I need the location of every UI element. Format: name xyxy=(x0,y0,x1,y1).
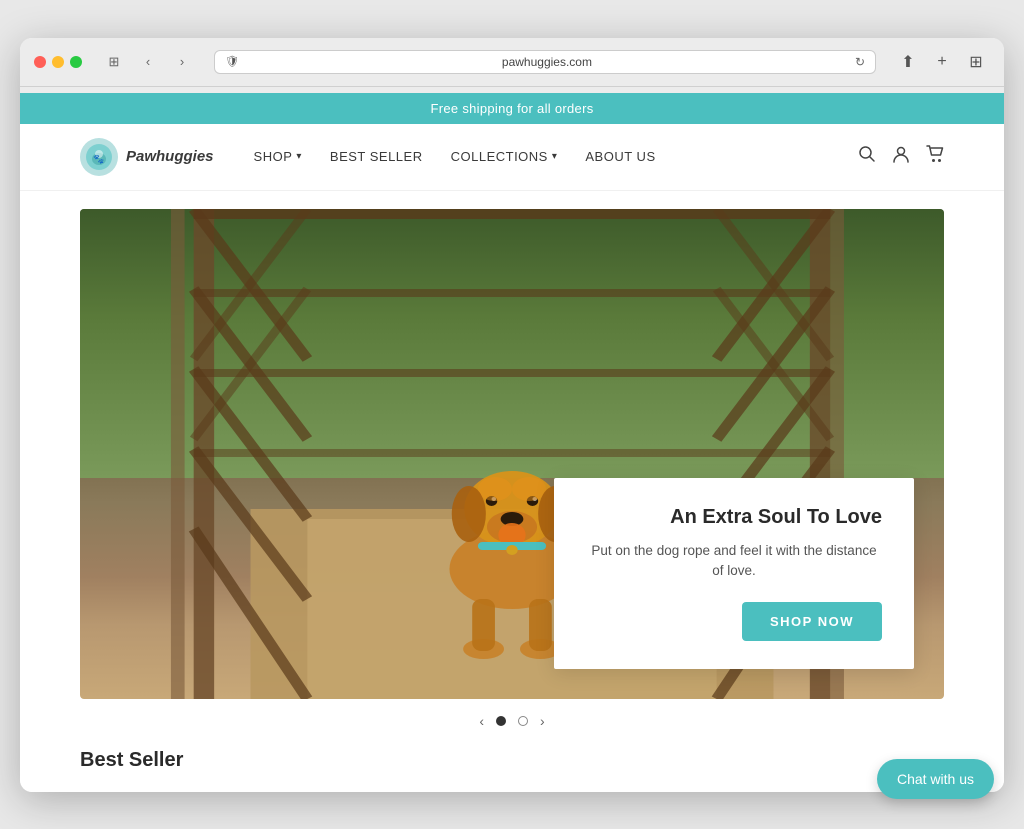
new-tab-button[interactable]: + xyxy=(928,48,956,76)
minimize-button[interactable] xyxy=(52,56,64,68)
nav-shop[interactable]: SHOP ▾ xyxy=(254,149,302,164)
announcement-text: Free shipping for all orders xyxy=(430,101,593,116)
collections-chevron-icon: ▾ xyxy=(552,151,558,162)
browser-actions: ⬆ + ⊞ xyxy=(894,48,990,76)
hero-image: An Extra Soul To Love Put on the dog rop… xyxy=(80,209,944,699)
hero-card-subtitle: Put on the dog rope and feel it with the… xyxy=(586,541,882,582)
logo-icon: 🐾 xyxy=(80,138,118,176)
maximize-button[interactable] xyxy=(70,56,82,68)
carousel-dot-2[interactable] xyxy=(518,716,528,726)
back-button[interactable]: ‹ xyxy=(134,51,162,73)
best-seller-section: Best Seller xyxy=(20,739,1004,792)
logo-link[interactable]: 🐾 Pawhuggies xyxy=(80,138,214,176)
browser-titlebar: ⊞ ‹ › 🛡 pawhuggies.com ↻ ⬆ + ⊞ xyxy=(34,48,990,76)
best-seller-title: Best Seller xyxy=(80,749,944,772)
browser-controls: ⊞ ‹ › xyxy=(100,51,196,73)
search-icon xyxy=(858,145,876,163)
shop-now-button[interactable]: SHOP NOW xyxy=(742,602,882,641)
cart-button[interactable] xyxy=(926,145,944,168)
cart-icon xyxy=(926,145,944,163)
security-icon: 🛡 xyxy=(225,55,239,68)
address-bar[interactable]: 🛡 pawhuggies.com ↻ xyxy=(214,50,876,74)
close-button[interactable] xyxy=(34,56,46,68)
grid-button[interactable]: ⊞ xyxy=(962,48,990,76)
traffic-lights xyxy=(34,56,82,68)
site-content: Free shipping for all orders 🐾 Pawhuggie… xyxy=(20,93,1004,792)
nav-best-seller[interactable]: BEST SELLER xyxy=(330,149,423,164)
logo-text: Pawhuggies xyxy=(126,148,214,165)
user-icon xyxy=(892,145,910,163)
sidebar-toggle-button[interactable]: ⊞ xyxy=(100,51,128,73)
hero-card: An Extra Soul To Love Put on the dog rop… xyxy=(554,478,914,669)
carousel-prev-button[interactable]: ‹ xyxy=(479,713,484,729)
carousel-dot-1[interactable] xyxy=(496,716,506,726)
forward-button[interactable]: › xyxy=(168,51,196,73)
account-button[interactable] xyxy=(892,145,910,168)
share-button[interactable]: ⬆ xyxy=(894,48,922,76)
url-text: pawhuggies.com xyxy=(247,55,847,69)
reload-button[interactable]: ↻ xyxy=(855,55,865,69)
chat-button[interactable]: Chat with us xyxy=(877,759,994,799)
nav-about-us[interactable]: ABOUT US xyxy=(585,149,655,164)
carousel-controls: ‹ › xyxy=(80,699,944,739)
main-nav: 🐾 Pawhuggies SHOP ▾ BEST SELLER COLLECTI… xyxy=(20,124,1004,191)
search-button[interactable] xyxy=(858,145,876,168)
nav-collections[interactable]: COLLECTIONS ▾ xyxy=(451,149,558,164)
svg-text:🐾: 🐾 xyxy=(93,154,104,164)
browser-chrome: ⊞ ‹ › 🛡 pawhuggies.com ↻ ⬆ + ⊞ xyxy=(20,38,1004,87)
hero-section: An Extra Soul To Love Put on the dog rop… xyxy=(80,209,944,739)
nav-icons xyxy=(858,145,944,168)
announcement-bar: Free shipping for all orders xyxy=(20,93,1004,124)
shop-chevron-icon: ▾ xyxy=(296,151,302,162)
hero-card-title: An Extra Soul To Love xyxy=(586,506,882,529)
carousel-next-button[interactable]: › xyxy=(540,713,545,729)
nav-links: SHOP ▾ BEST SELLER COLLECTIONS ▾ ABOUT U… xyxy=(254,149,858,164)
browser-window: ⊞ ‹ › 🛡 pawhuggies.com ↻ ⬆ + ⊞ Free ship… xyxy=(20,38,1004,792)
